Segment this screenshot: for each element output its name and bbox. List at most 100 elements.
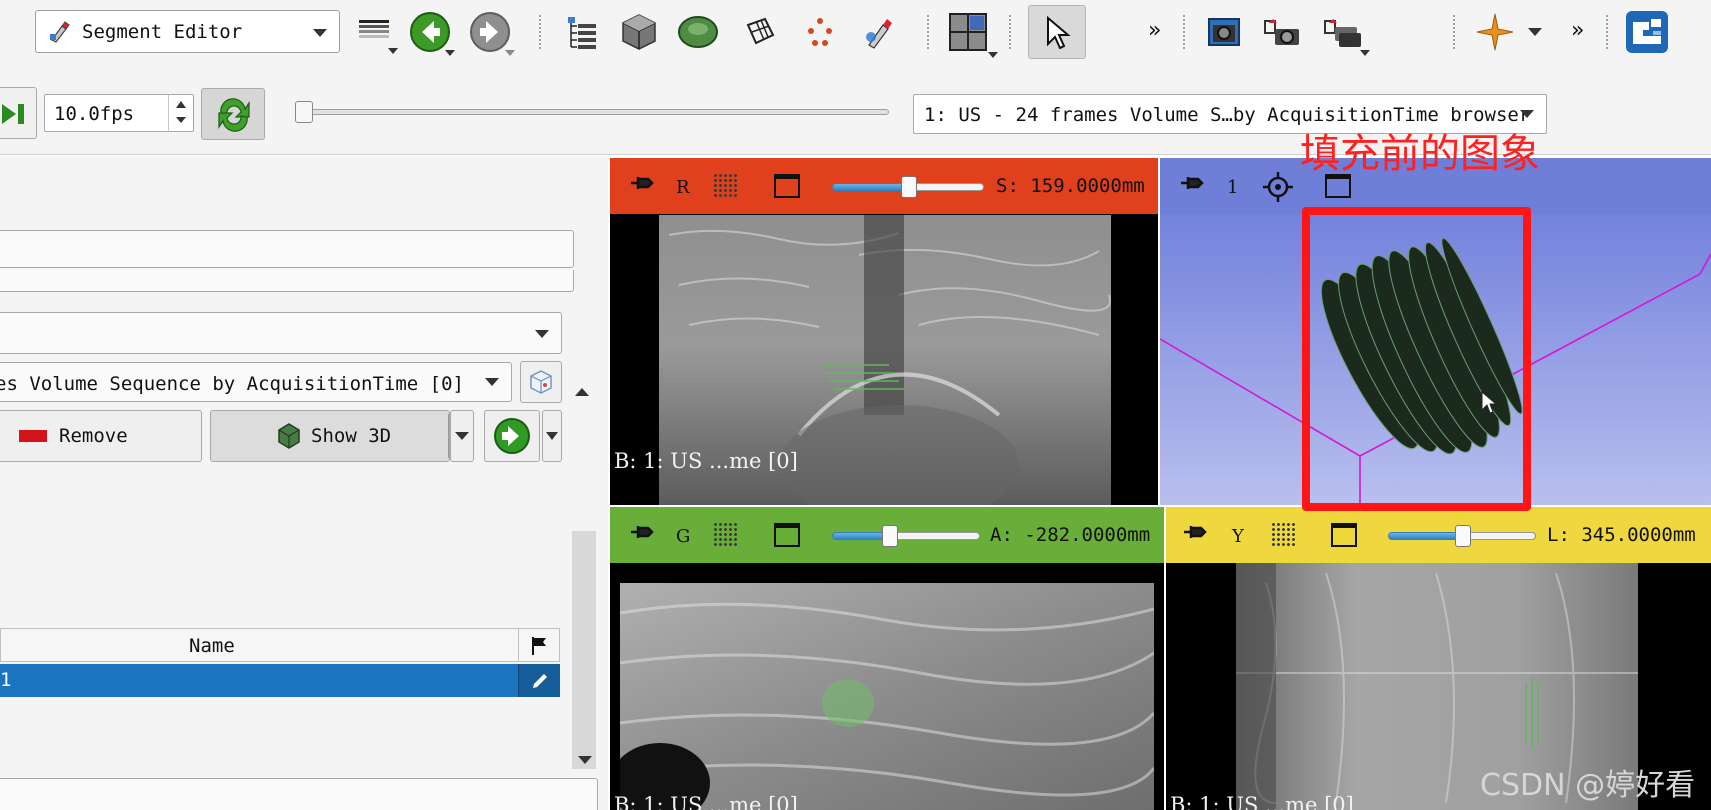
arrow-left-icon: [410, 12, 450, 52]
green-offset-value: A: -282.0000mm: [990, 524, 1151, 546]
red-background-label: B: 1: US ...me [0]: [614, 449, 798, 473]
slider-handle[interactable]: [901, 176, 917, 198]
annotation-text: 填充前的图象: [1300, 131, 1540, 177]
scroll-up-arrow[interactable]: [575, 388, 589, 396]
forward-button[interactable]: [468, 8, 515, 56]
extension-manager-button[interactable]: [1625, 8, 1669, 56]
pin-icon[interactable]: [1183, 523, 1209, 541]
playback-fps-spinbox[interactable]: 10.0fps: [44, 94, 194, 132]
slider-handle[interactable]: [882, 525, 898, 547]
panel-scrollbar[interactable]: [572, 531, 596, 769]
pencil-icon: [532, 673, 547, 688]
segment-navigation-dropdown[interactable]: [542, 410, 562, 462]
pin-icon[interactable]: [630, 174, 656, 192]
green-offset-slider[interactable]: [832, 525, 980, 547]
yellow-view-controller: Y L: 345.0000mm: [1166, 507, 1711, 563]
source-volume-options-button[interactable]: [520, 361, 562, 403]
history-gradient-icon: [359, 20, 389, 38]
red-offset-slider[interactable]: [832, 176, 984, 198]
remove-segment-button[interactable]: Remove: [0, 410, 202, 462]
volumes-module-button[interactable]: [617, 8, 661, 56]
segment-editor-panel: es Volume Sequence by AcquisitionTime [0…: [0, 156, 608, 810]
show-3d-button[interactable]: Show 3D: [210, 410, 450, 462]
frame-slider[interactable]: [295, 101, 889, 123]
scene-view-button[interactable]: [1260, 8, 1304, 56]
source-volume-selector[interactable]: es Volume Sequence by AcquisitionTime [0…: [0, 362, 512, 402]
arrow-right-icon: [470, 12, 510, 52]
back-button[interactable]: [408, 8, 455, 56]
toolbar-overflow-chevron-2[interactable]: »: [1571, 18, 1584, 43]
fps-spin-buttons[interactable]: [168, 95, 193, 131]
effects-filter-field[interactable]: [0, 778, 598, 810]
slider-rest: [1462, 532, 1536, 540]
green-view-controller: G A: -282.0000mm: [610, 507, 1164, 563]
name-column-header[interactable]: Name: [189, 635, 235, 657]
table-row[interactable]: 1: [0, 664, 560, 697]
markups-points-icon: [808, 18, 832, 46]
module-search-icon[interactable]: [0, 8, 14, 56]
slider-handle[interactable]: [1455, 525, 1471, 547]
crosshair-button[interactable]: [1473, 8, 1517, 56]
watermark-text: CSDN @婷好看: [1480, 768, 1696, 803]
spin-down-icon[interactable]: [176, 117, 186, 123]
layers-icon[interactable]: [713, 522, 739, 548]
camera-icon: [1208, 18, 1240, 46]
red-offset-value: S: 159.0000mm: [996, 175, 1145, 197]
yellow-background-label: B: 1: US ...me [0]: [1170, 793, 1354, 810]
loop-playback-toggle[interactable]: [201, 88, 265, 140]
screenshot-button[interactable]: [1202, 8, 1246, 56]
show-3d-divider: [448, 414, 449, 458]
pin-icon[interactable]: [630, 523, 656, 541]
layers-icon[interactable]: [1271, 522, 1297, 548]
last-frame-button[interactable]: [0, 87, 37, 139]
annotation-highlight-box: [1302, 207, 1531, 511]
remove-icon: [19, 430, 47, 442]
models-module-button[interactable]: [676, 8, 720, 56]
segment-editor-module-button[interactable]: [858, 8, 902, 56]
frame-slider-track: [295, 109, 889, 115]
flag-icon[interactable]: [530, 636, 548, 656]
scene-list-button[interactable]: [1320, 8, 1370, 56]
mouse-mode-pointer-button[interactable]: [1028, 5, 1086, 59]
yellow-offset-slider[interactable]: [1388, 525, 1536, 547]
spin-up-icon[interactable]: [176, 101, 186, 108]
segment-navigation-button[interactable]: [484, 410, 540, 462]
crosshair-dropdown-arrow[interactable]: [1528, 28, 1542, 36]
remove-label: Remove: [59, 425, 128, 447]
segmentation-selector[interactable]: [0, 230, 574, 268]
segment-editor-icon: [50, 21, 70, 43]
view-maximize-icon[interactable]: [774, 174, 800, 198]
segment-brush-icon: [866, 19, 892, 49]
data-module-button[interactable]: [560, 8, 604, 56]
view-maximize-icon[interactable]: [1331, 523, 1357, 547]
segment-name-cell[interactable]: 1: [0, 669, 11, 691]
red-slice-view[interactable]: R S: 159.0000mm B: 1: US ...me [0]: [610, 158, 1158, 505]
show-3d-dropdown[interactable]: [450, 410, 474, 462]
pin-icon[interactable]: [1180, 174, 1206, 192]
data-tree-icon: [568, 17, 596, 49]
green-slice-view[interactable]: G A: -282.0000mm B: 1: US ...me [0]: [610, 507, 1164, 810]
module-history-button[interactable]: [352, 8, 398, 56]
red-view-letter: R: [676, 177, 690, 198]
markups-module-button[interactable]: [798, 8, 842, 56]
threeD-view-label: 1: [1227, 177, 1239, 198]
header-divider: [518, 629, 519, 661]
edit-segment-button[interactable]: [518, 664, 560, 697]
master-volume-selector[interactable]: [0, 312, 562, 354]
frame-slider-handle[interactable]: [295, 101, 313, 123]
toolbar-overflow-chevron[interactable]: »: [1148, 18, 1161, 43]
transforms-module-button[interactable]: [738, 8, 782, 56]
cube-icon: [622, 14, 656, 50]
module-selector[interactable]: Segment Editor: [35, 10, 340, 53]
loop-icon: [218, 98, 250, 132]
scroll-down-arrow[interactable]: [578, 756, 592, 764]
skip-to-end-icon: [2, 104, 24, 124]
model-icon: [678, 16, 718, 48]
yellow-view-letter: Y: [1232, 526, 1244, 547]
chevron-down-icon: [455, 432, 469, 440]
layers-icon[interactable]: [713, 173, 739, 199]
layout-button[interactable]: [946, 8, 998, 58]
view-maximize-icon[interactable]: [774, 523, 800, 547]
center-view-icon[interactable]: [1262, 171, 1294, 203]
scene-stack-icon: [1324, 19, 1361, 47]
